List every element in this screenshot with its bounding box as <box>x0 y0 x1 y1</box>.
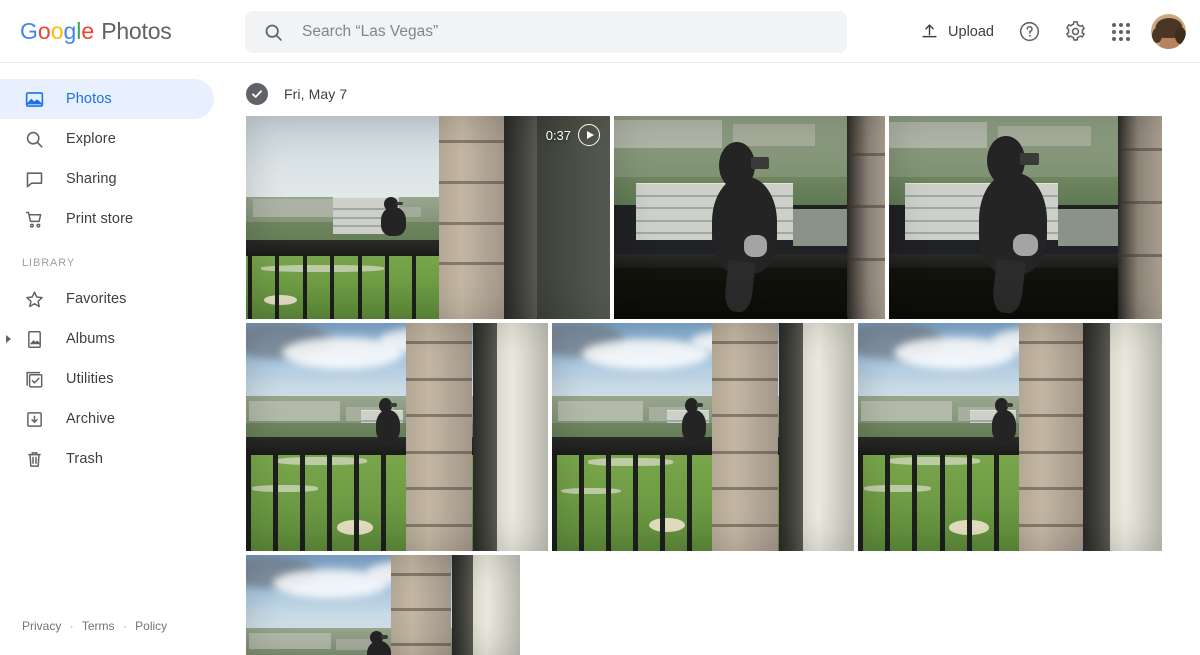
sidebar-item-favorites[interactable]: Albums Favorites <box>0 279 214 319</box>
date-group-header: Fri, May 7 <box>230 72 1200 116</box>
upload-button[interactable]: Upload <box>910 14 1004 49</box>
upload-icon <box>920 22 939 41</box>
footer-separator: · <box>122 619 127 633</box>
sidebar-item-explore[interactable]: Explore <box>0 119 214 159</box>
sidebar-section-library: LIBRARY <box>22 257 76 269</box>
search-box[interactable] <box>245 11 847 53</box>
photo-row <box>246 555 1200 655</box>
brand-logo[interactable]: Google Photos <box>20 18 172 45</box>
sidebar-item-label: Explore <box>66 131 116 147</box>
sidebar-item-trash[interactable]: Trash <box>0 439 214 479</box>
apps-button[interactable] <box>1100 11 1142 53</box>
search-icon <box>22 127 46 151</box>
pigeon <box>380 197 407 236</box>
sidebar-item-label: Favorites <box>66 291 127 307</box>
photo-grid-area: Fri, May 7 0:37 <box>230 63 1200 655</box>
footer-links: Privacy · Terms · Policy <box>22 619 167 633</box>
archive-icon <box>22 407 46 431</box>
chat-bubble-icon <box>22 167 46 191</box>
pigeon <box>711 141 777 313</box>
apps-grid-icon <box>1112 22 1130 41</box>
help-circle-icon <box>1018 20 1041 43</box>
shopping-cart-icon <box>22 207 46 231</box>
sidebar-item-label: Sharing <box>66 171 117 187</box>
avatar[interactable] <box>1151 14 1186 49</box>
app-header: Google Photos Upload <box>0 0 1200 63</box>
sidebar-item-utilities[interactable]: Utilities <box>0 359 214 399</box>
product-name: Photos <box>101 17 172 44</box>
photo-balcony-view-1[interactable] <box>246 323 548 551</box>
photo-icon <box>22 87 46 111</box>
gear-icon <box>1064 20 1087 43</box>
chevron-right-icon[interactable] <box>6 335 11 343</box>
sidebar-item-label: Archive <box>66 411 116 427</box>
photo-balcony-view-4[interactable] <box>246 555 520 655</box>
sidebar-item-label: Photos <box>66 91 112 107</box>
help-button[interactable] <box>1008 11 1050 53</box>
date-group-label: Fri, May 7 <box>284 86 348 102</box>
checkbox-icon <box>22 367 46 391</box>
sidebar-item-albums[interactable]: Albums <box>0 319 214 359</box>
sidebar-item-label: Utilities <box>66 371 114 387</box>
sidebar-item-archive[interactable]: Archive <box>0 399 214 439</box>
photo-balcony-view-2[interactable] <box>552 323 854 551</box>
video-duration-badge: 0:37 <box>546 124 600 146</box>
video-pigeon-balcony[interactable]: 0:37 <box>246 116 610 319</box>
search-icon <box>263 22 284 43</box>
terms-link[interactable]: Terms <box>82 619 115 633</box>
search-bar[interactable] <box>245 11 847 53</box>
photo-balcony-view-3[interactable] <box>858 323 1162 551</box>
pigeon <box>681 398 707 442</box>
trash-icon <box>22 447 46 471</box>
privacy-link[interactable]: Privacy <box>22 619 61 633</box>
pigeon <box>979 136 1048 315</box>
photo-pigeon-closeup-1[interactable] <box>614 116 885 319</box>
video-duration: 0:37 <box>545 127 571 143</box>
google-wordmark: Google <box>20 17 95 44</box>
photo-row <box>246 323 1200 551</box>
sidebar-item-label: Albums <box>66 331 115 347</box>
pigeon <box>375 398 401 442</box>
star-icon <box>22 287 46 311</box>
photo-row: 0:37 <box>246 116 1200 319</box>
sidebar-item-label: Trash <box>66 451 104 467</box>
sidebar-item-photos[interactable]: Photos <box>0 79 214 119</box>
footer-separator: · <box>69 619 74 633</box>
photo-grid: 0:37 <box>230 116 1200 655</box>
sidebar-item-sharing[interactable]: Sharing <box>0 159 214 199</box>
search-input[interactable] <box>302 23 822 41</box>
play-circle-icon[interactable] <box>578 124 600 146</box>
album-icon <box>22 327 46 351</box>
avatar-hair-right <box>1175 26 1186 44</box>
pigeon <box>991 398 1017 442</box>
sidebar: Photos Explore Sharing Print store LIBRA… <box>0 63 230 655</box>
upload-label: Upload <box>948 23 994 40</box>
header-actions: Upload <box>910 0 1186 63</box>
photo-pigeon-closeup-2[interactable] <box>889 116 1162 319</box>
settings-button[interactable] <box>1054 11 1096 53</box>
sidebar-item-print-store[interactable]: Print store <box>0 199 214 239</box>
avatar-hair-left <box>1152 28 1162 43</box>
policy-link[interactable]: Policy <box>135 619 167 633</box>
check-circle-icon[interactable] <box>246 83 268 105</box>
sidebar-item-label: Print store <box>66 211 134 227</box>
